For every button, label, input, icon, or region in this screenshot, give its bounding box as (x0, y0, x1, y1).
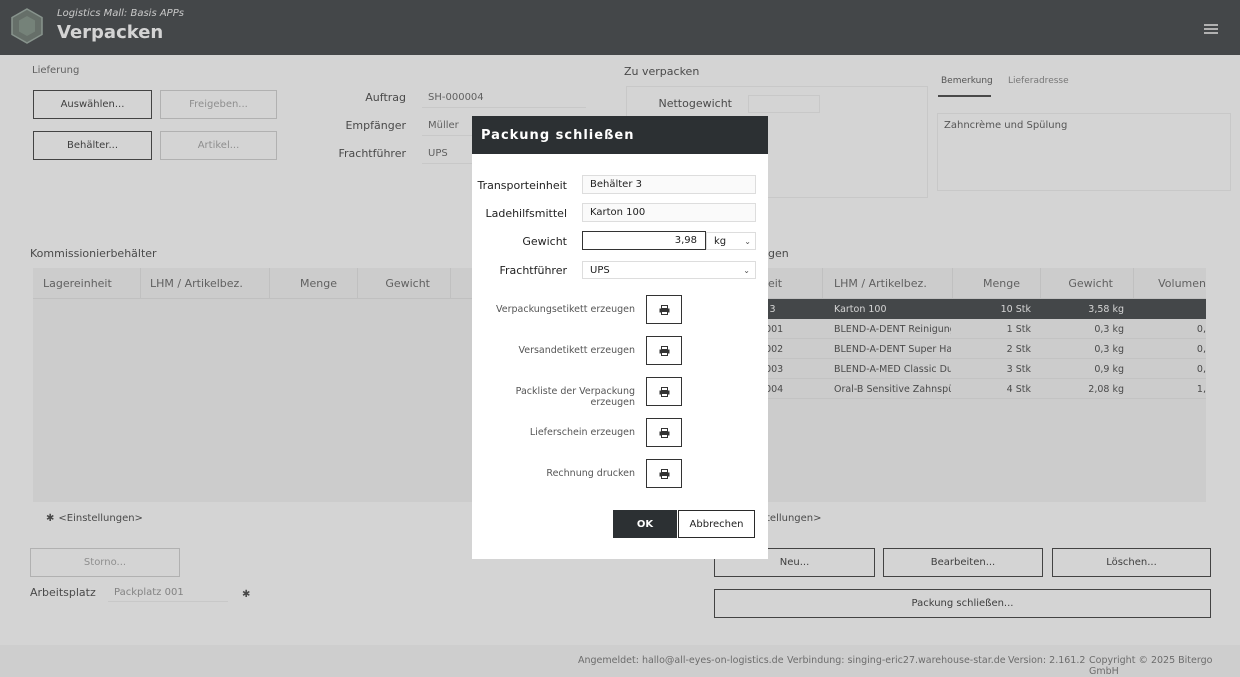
printer-icon (659, 386, 669, 397)
transporteinheit-label: Transporteinheit (477, 179, 567, 192)
chevron-down-icon: ⌄ (743, 265, 750, 275)
chevron-down-icon: ⌄ (744, 236, 751, 246)
lieferschein-label: Lieferschein erzeugen (529, 427, 635, 438)
frachtfuehrer-select-value: UPS (590, 264, 610, 276)
ladehilfsmittel-label: Ladehilfsmittel (485, 207, 567, 220)
rechnung-label: Rechnung drucken (546, 468, 635, 479)
gewicht-input[interactable]: 3,98 (582, 231, 706, 250)
dialog-title: Packung schließen (472, 116, 768, 154)
packung-schliessen-dialog: Packung schließen Transporteinheit Behäl… (472, 116, 768, 559)
printer-icon (659, 304, 669, 315)
transporteinheit-field[interactable]: Behälter 3 (582, 175, 756, 194)
gewicht-label: Gewicht (522, 235, 567, 248)
packliste-print-button[interactable] (646, 377, 682, 406)
abbrechen-button[interactable]: Abbrechen (678, 510, 755, 538)
versandetikett-print-button[interactable] (646, 336, 682, 365)
lieferschein-print-button[interactable] (646, 418, 682, 447)
packliste-label: Packliste der Verpackung erzeugen (515, 386, 635, 408)
printer-icon (659, 427, 669, 438)
ok-button[interactable]: OK (613, 510, 677, 538)
frachtfuehrer-dialog-label: Frachtführer (499, 264, 567, 277)
printer-icon (659, 468, 669, 479)
versandetikett-label: Versandetikett erzeugen (518, 345, 635, 356)
verpackungsetikett-label: Verpackungsetikett erzeugen (495, 304, 635, 315)
printer-icon (659, 345, 669, 356)
verpackungsetikett-print-button[interactable] (646, 295, 682, 324)
rechnung-print-button[interactable] (646, 459, 682, 488)
gewicht-unit-select[interactable]: kg ⌄ (706, 232, 756, 250)
ladehilfsmittel-field[interactable]: Karton 100 (582, 203, 756, 222)
frachtfuehrer-select[interactable]: UPS ⌄ (582, 261, 756, 279)
gewicht-unit-value: kg (714, 235, 727, 247)
